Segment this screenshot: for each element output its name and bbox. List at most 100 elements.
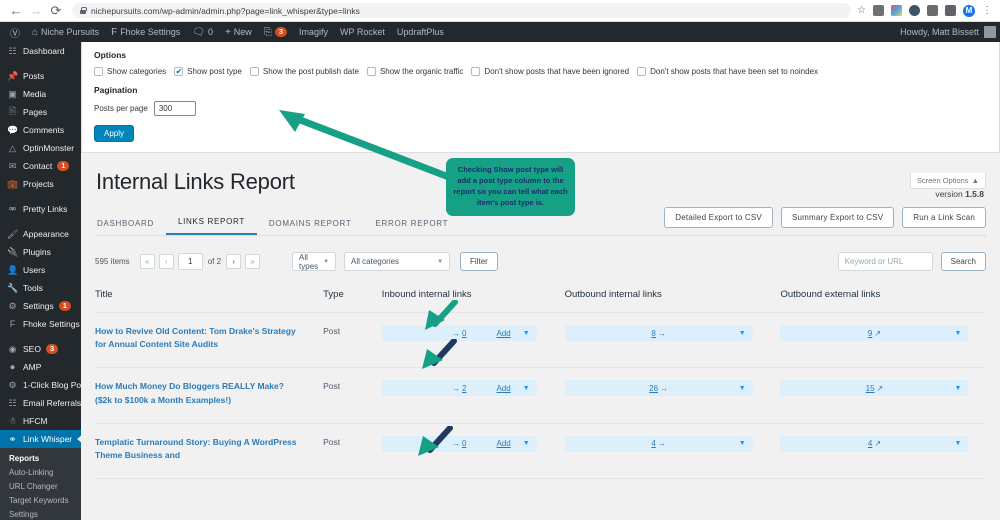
checkbox-box[interactable] bbox=[471, 67, 481, 76]
sidebar-item-optinmonster[interactable]: △ OptinMonster bbox=[0, 139, 81, 157]
outbound-external-cell[interactable]: 4 ↗ ▼ bbox=[780, 435, 969, 452]
sidebar-item-fhoke-settings[interactable]: F Fhoke Settings bbox=[0, 315, 81, 333]
checkbox-show-publish-date[interactable]: Show the post publish date bbox=[249, 67, 359, 76]
run-link-scan-button[interactable]: Run a Link Scan bbox=[902, 207, 986, 228]
sidebar-item-amp[interactable]: ⏺ AMP bbox=[0, 358, 81, 376]
dark-extension-icon[interactable] bbox=[909, 5, 920, 16]
sidebar-item-seo[interactable]: ◉ SEO 3 bbox=[0, 340, 81, 358]
next-page-button[interactable]: › bbox=[226, 254, 242, 269]
reload-icon[interactable]: ⟳ bbox=[46, 2, 66, 20]
sidebar-item-projects[interactable]: 💼 Projects bbox=[0, 175, 81, 193]
outbound-external-value[interactable]: 9 ↗ bbox=[780, 329, 968, 338]
inbound-value[interactable]: → 2 bbox=[382, 384, 537, 393]
outbound-external-cell[interactable]: 9 ↗ ▼ bbox=[780, 325, 969, 341]
chevron-down-icon[interactable]: ▼ bbox=[955, 440, 962, 447]
adminbar-account[interactable]: Howdy, Matt Bissett bbox=[900, 26, 1000, 38]
colorpicker-extension-icon[interactable] bbox=[891, 5, 902, 16]
adminbar-wp-rocket[interactable]: WP Rocket bbox=[334, 22, 391, 42]
outbound-external-value[interactable]: 4 ↗ bbox=[780, 439, 968, 448]
adminbar-updates[interactable]: ⎘ 3 bbox=[258, 22, 293, 42]
last-page-button[interactable]: » bbox=[245, 254, 261, 269]
submenu-item-url-changer[interactable]: URL Changer bbox=[0, 479, 81, 493]
chevron-down-icon[interactable]: ▼ bbox=[955, 385, 962, 392]
search-button[interactable]: Search bbox=[940, 252, 986, 271]
chevron-down-icon[interactable]: ▼ bbox=[523, 385, 530, 392]
add-link-button[interactable]: Add bbox=[496, 329, 510, 338]
adminbar-imagify[interactable]: Imagify bbox=[293, 22, 334, 42]
prev-page-button[interactable]: ‹ bbox=[158, 254, 174, 269]
submenu-item-reports[interactable]: Reports bbox=[0, 451, 81, 465]
wordpress-logo-icon[interactable]: Ⓥ bbox=[4, 22, 26, 42]
sidebar-item-plugins[interactable]: 🔌 Plugins bbox=[0, 243, 81, 261]
checkbox-box[interactable] bbox=[637, 67, 647, 76]
tab-links-report[interactable]: LINKS REPORT bbox=[165, 211, 257, 235]
chevron-down-icon[interactable]: ▼ bbox=[739, 440, 746, 447]
list-extension-icon[interactable] bbox=[945, 5, 956, 16]
column-header-outbound-internal[interactable]: Outbound internal links bbox=[564, 289, 781, 313]
outbound-internal-cell[interactable]: 4 → ▼ bbox=[564, 435, 753, 452]
checkbox-show-organic-traffic[interactable]: Show the organic traffic bbox=[366, 67, 463, 76]
outbound-internal-cell[interactable]: 26 → ▼ bbox=[564, 380, 753, 397]
post-title-link[interactable]: Templatic Turnaround Story: Buying A Wor… bbox=[95, 436, 323, 462]
sidebar-item-hfcm[interactable]: ☃ HFCM bbox=[0, 412, 81, 430]
sidebar-item-one-click-blog-post[interactable]: ⚙ 1-Click Blog Post bbox=[0, 376, 81, 394]
sidebar-item-dashboard[interactable]: ☷ Dashboard bbox=[0, 42, 81, 60]
outbound-internal-value[interactable]: 4 → bbox=[565, 439, 753, 448]
filter-button[interactable]: Filter bbox=[460, 252, 498, 271]
apply-button[interactable]: Apply bbox=[94, 125, 135, 142]
post-title-link[interactable]: How to Revive Old Content: Tom Drake's S… bbox=[95, 325, 323, 351]
account-avatar[interactable] bbox=[984, 26, 996, 38]
sidebar-item-pages[interactable]: 🗎 Pages bbox=[0, 103, 81, 121]
puzzle-extension-icon[interactable] bbox=[927, 5, 938, 16]
sidebar-item-posts[interactable]: 📌 Posts bbox=[0, 67, 81, 85]
column-header-title[interactable]: Title bbox=[95, 289, 324, 313]
sidebar-item-users[interactable]: 👤 Users bbox=[0, 261, 81, 279]
outbound-internal-value[interactable]: 26 → bbox=[565, 384, 753, 393]
tab-dashboard[interactable]: DASHBOARD bbox=[95, 213, 166, 235]
sidebar-item-email-referrals[interactable]: ☷ Email Referrals bbox=[0, 394, 81, 412]
submenu-item-settings[interactable]: Settings bbox=[0, 507, 81, 520]
first-page-button[interactable]: « bbox=[139, 254, 155, 269]
inbound-links-cell[interactable]: → 0 Add ▼ bbox=[381, 435, 537, 452]
checkbox-hide-ignored[interactable]: Don't show posts that have been ignored bbox=[471, 67, 629, 76]
inbound-links-cell[interactable]: → 2 Add ▼ bbox=[381, 380, 537, 397]
sidebar-item-tools[interactable]: 🔧 Tools bbox=[0, 279, 81, 297]
tab-domains-report[interactable]: DOMAINS REPORT bbox=[257, 213, 364, 235]
add-link-button[interactable]: Add bbox=[496, 439, 510, 448]
outbound-internal-cell[interactable]: 8 → ▼ bbox=[564, 325, 753, 341]
post-title-link[interactable]: How Much Money Do Bloggers REALLY Make? … bbox=[95, 380, 323, 406]
outbound-external-cell[interactable]: 15 ↗ ▼ bbox=[780, 380, 969, 397]
tab-error-report[interactable]: ERROR REPORT bbox=[363, 213, 460, 235]
checkbox-box[interactable] bbox=[94, 67, 103, 76]
sidebar-item-pretty-links[interactable]: ⚮ Pretty Links bbox=[0, 200, 81, 218]
address-bar[interactable]: nichepursuits.com/wp-admin/admin.php?pag… bbox=[72, 3, 852, 18]
adminbar-updraftplus[interactable]: UpdraftPlus bbox=[391, 22, 450, 42]
adminbar-new[interactable]: + New bbox=[219, 22, 258, 42]
adminbar-site-name[interactable]: ⌂ Niche Pursuits bbox=[26, 22, 105, 42]
sidebar-item-media[interactable]: ▣ Media bbox=[0, 85, 81, 103]
sidebar-item-link-whisper[interactable]: ⚭ Link Whisper bbox=[0, 430, 81, 448]
inbound-value[interactable]: → 0 bbox=[382, 439, 537, 448]
submenu-item-auto-linking[interactable]: Auto-Linking bbox=[0, 465, 81, 479]
screen-options-tab[interactable]: Screen Options ▲ bbox=[909, 173, 986, 189]
column-header-inbound[interactable]: Inbound internal links bbox=[381, 289, 565, 313]
chevron-down-icon[interactable]: ▼ bbox=[739, 385, 746, 392]
adminbar-comments[interactable]: 🗨 0 bbox=[186, 22, 219, 42]
camera-extension-icon[interactable] bbox=[873, 5, 884, 16]
checkbox-box[interactable] bbox=[249, 67, 259, 76]
category-filter-select[interactable]: All categories ▼ bbox=[344, 252, 451, 271]
sidebar-item-appearance[interactable]: 🖌 Appearance bbox=[0, 225, 81, 243]
detailed-export-csv-button[interactable]: Detailed Export to CSV bbox=[664, 207, 773, 228]
type-filter-select[interactable]: All types ▼ bbox=[292, 252, 337, 271]
chevron-down-icon[interactable]: ▼ bbox=[523, 440, 530, 447]
star-icon[interactable]: ☆ bbox=[857, 5, 866, 16]
column-header-outbound-external[interactable]: Outbound external links bbox=[780, 289, 986, 313]
outbound-internal-value[interactable]: 8 → bbox=[565, 329, 753, 338]
sidebar-item-contact[interactable]: ✉ Contact 1 bbox=[0, 157, 81, 175]
add-link-button[interactable]: Add bbox=[496, 384, 510, 393]
posts-per-page-input[interactable] bbox=[153, 101, 196, 116]
chevron-down-icon[interactable]: ▼ bbox=[523, 330, 530, 337]
chevron-down-icon[interactable]: ▼ bbox=[955, 330, 962, 337]
page-number-input[interactable] bbox=[177, 253, 203, 270]
checkbox-hide-noindex[interactable]: Don't show posts that have been set to n… bbox=[637, 67, 818, 76]
